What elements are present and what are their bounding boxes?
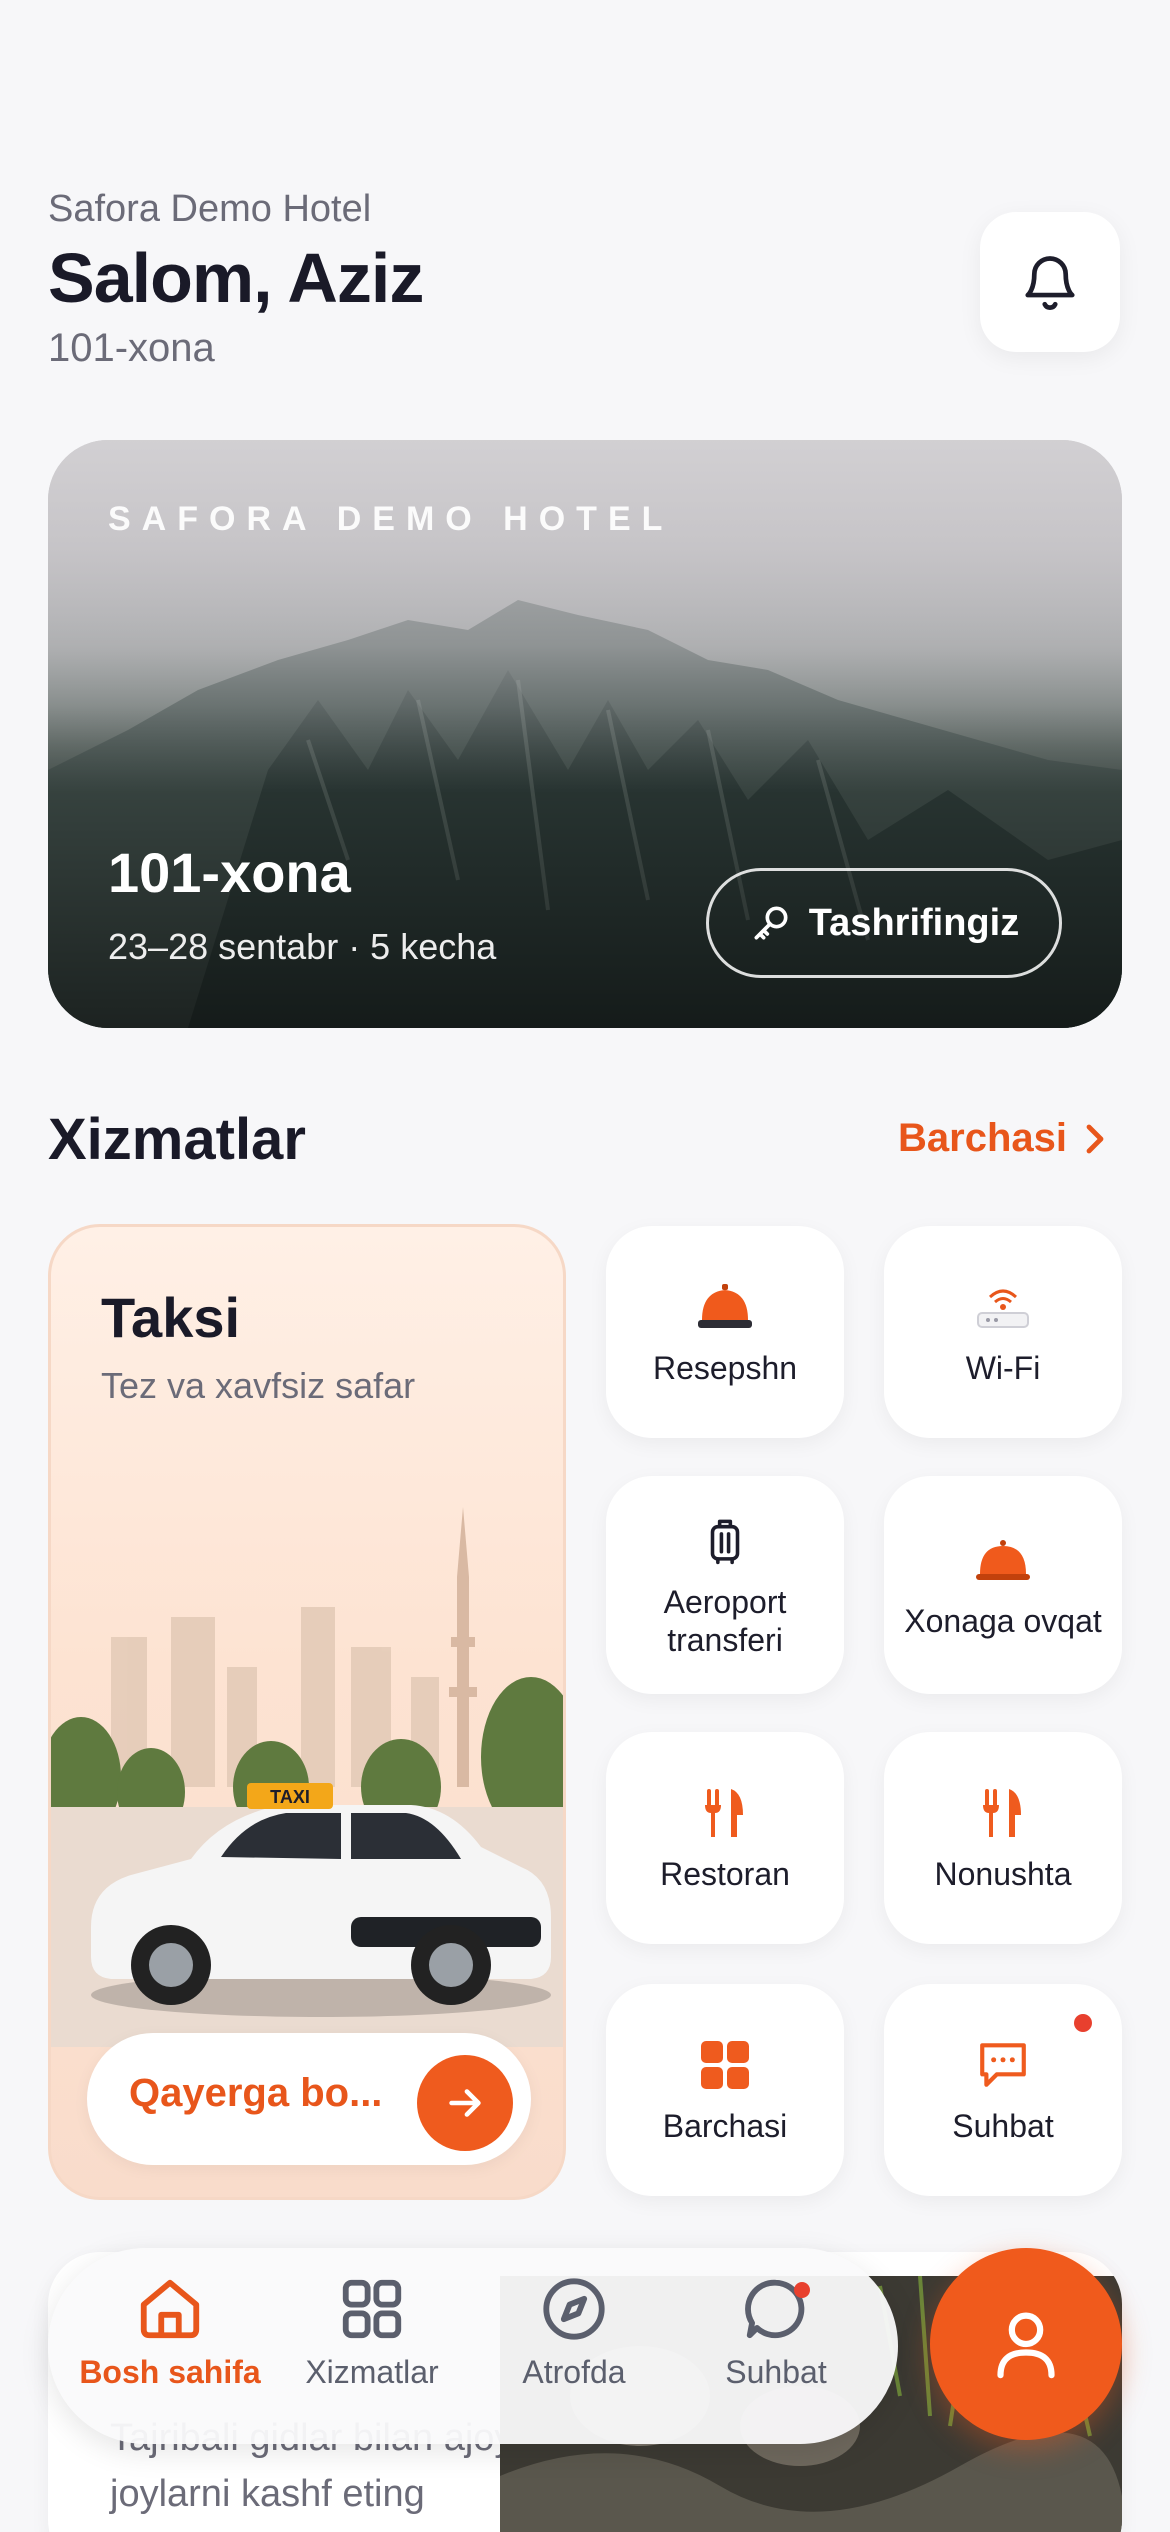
home-screen: Safora Demo Hotel Salom, Aziz 101-xona S… xyxy=(0,0,1170,2532)
service-tile-restaurant[interactable]: Restoran xyxy=(606,1732,844,1944)
user-icon xyxy=(997,2312,1055,2379)
service-tile-wifi[interactable]: Wi-Fi xyxy=(884,1226,1122,1438)
taxi-car-image: TAXI xyxy=(51,1507,563,2047)
profile-button[interactable] xyxy=(930,2248,1122,2440)
nav-nearby-label: Atrofda xyxy=(522,2354,626,2390)
tile-label: Restoran xyxy=(660,1856,790,1892)
tile-label: Xonaga ovqat xyxy=(904,1603,1102,1639)
chat-icon xyxy=(980,2043,1026,2087)
tile-label: Suhbat xyxy=(952,2108,1054,2144)
service-tile-reception[interactable]: Resepshn xyxy=(606,1226,844,1438)
tile-label: Resepshn xyxy=(652,1350,798,1386)
stay-card[interactable]: SAFORA DEMO HOTEL 101-xona 23–28 sentabr… xyxy=(48,440,1122,1028)
taxi-destination-input[interactable]: Qayerga bo... xyxy=(87,2033,531,2165)
tile-label: Nonushta xyxy=(934,1856,1072,1892)
tile-label: Aeroport transferi xyxy=(663,1584,787,1658)
stay-room-number: 101-xona xyxy=(108,841,351,904)
nav-chat[interactable]: Suhbat xyxy=(676,2274,876,2391)
your-visit-button[interactable]: Tashrifingiz xyxy=(706,868,1062,978)
see-all-services-link[interactable]: Barchasi xyxy=(898,1116,1109,1161)
nav-services-label: Xizmatlar xyxy=(305,2354,439,2390)
taxi-sign: TAXI xyxy=(270,1787,310,1807)
key-icon xyxy=(754,906,788,940)
compass-icon xyxy=(543,2278,605,2340)
arrow-right-icon xyxy=(449,2089,481,2117)
room-service-icon xyxy=(976,1540,1030,1580)
notifications-button[interactable] xyxy=(980,212,1120,352)
unread-badge xyxy=(1074,2014,1092,2032)
taxi-go-button[interactable] xyxy=(417,2055,513,2151)
nav-chat-label: Suhbat xyxy=(725,2354,827,2390)
fork-knife-icon xyxy=(705,1789,743,1837)
taxi-title: Taksi xyxy=(101,1286,241,1349)
service-tile-chat[interactable]: Suhbat xyxy=(884,1984,1122,2196)
tile-label: Barchasi xyxy=(662,2108,788,2144)
grid-icon xyxy=(342,2279,402,2339)
service-tile-all[interactable]: Barchasi xyxy=(606,1984,844,2196)
bottom-navigation: Bosh sahifa Xizmatlar Atrofda Suhbat xyxy=(48,2248,898,2444)
grid-icon xyxy=(701,2041,749,2089)
room-number: 101-xona xyxy=(48,326,215,370)
taxi-subtitle: Tez va xavfsiz safar xyxy=(101,1365,416,1406)
reception-bell-icon xyxy=(698,1284,752,1328)
stay-dates: 23–28 sentabr · 5 kecha xyxy=(108,926,497,967)
home-icon xyxy=(140,2279,200,2339)
wifi-router-icon xyxy=(977,1289,1029,1328)
service-tile-airport-transfer[interactable]: Aeroport transferi xyxy=(606,1476,844,1694)
taxi-destination-placeholder: Qayerga bo... xyxy=(129,2071,383,2115)
greeting-title: Salom, Aziz xyxy=(48,239,424,317)
service-tile-breakfast[interactable]: Nonushta xyxy=(884,1732,1122,1944)
bell-icon xyxy=(1025,256,1075,310)
tile-label: Wi-Fi xyxy=(965,1350,1041,1386)
taxi-service-card[interactable]: Taksi Tez va xavfsiz safar TAXI Qayerga … xyxy=(48,1224,566,2200)
services-title: Xizmatlar xyxy=(48,1107,306,1172)
nav-services[interactable]: Xizmatlar xyxy=(272,2274,472,2391)
hotel-brand-label: SAFORA DEMO HOTEL xyxy=(108,500,674,538)
nav-home-label: Bosh sahifa xyxy=(79,2354,261,2390)
nav-nearby[interactable]: Atrofda xyxy=(474,2274,674,2391)
hotel-name: Safora Demo Hotel xyxy=(48,188,372,230)
your-visit-label: Tashrifingiz xyxy=(808,901,1020,944)
chevron-right-icon xyxy=(1086,1124,1104,1153)
see-all-label: Barchasi xyxy=(898,1116,1067,1160)
unread-badge xyxy=(794,2282,810,2298)
service-tile-room-service[interactable]: Xonaga ovqat xyxy=(884,1476,1122,1694)
nav-home[interactable]: Bosh sahifa xyxy=(70,2274,270,2391)
fork-knife-icon xyxy=(983,1789,1021,1837)
luggage-icon xyxy=(710,1519,740,1565)
